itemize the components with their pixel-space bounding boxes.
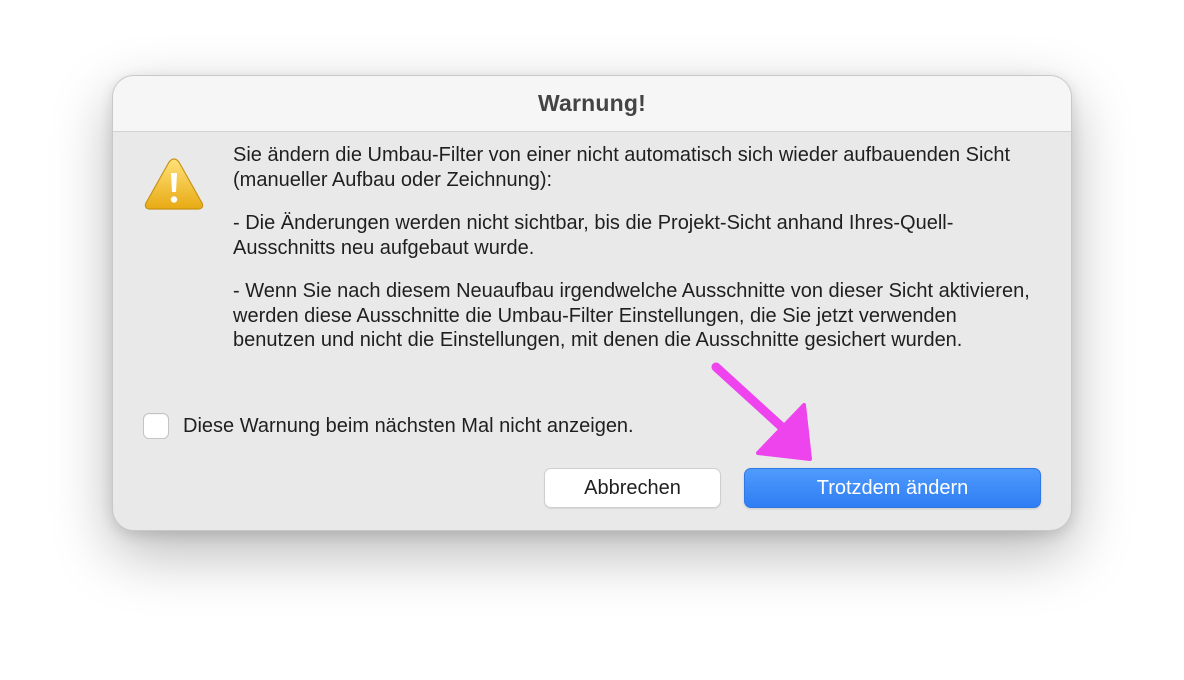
- screen: Warnung! Sie ändern die Umbau-Filter von…: [0, 0, 1184, 680]
- message-paragraph-1: Sie ändern die Umbau-Filter von einer ni…: [233, 144, 1011, 191]
- warning-triangle-icon: [144, 158, 204, 210]
- message-paragraph-3: - Wenn Sie nach diesem Neuaufbau irgendw…: [233, 280, 1030, 351]
- cancel-button[interactable]: Abbrechen: [544, 468, 721, 508]
- confirm-change-button[interactable]: Trotzdem ändern: [744, 468, 1041, 508]
- warning-dialog: Warnung! Sie ändern die Umbau-Filter von…: [112, 75, 1072, 531]
- dont-show-again-label[interactable]: Diese Warnung beim nächsten Mal nicht an…: [183, 415, 634, 438]
- dialog-message: Sie ändern die Umbau-Filter von einer ni…: [233, 143, 1043, 372]
- dialog-titlebar: Warnung!: [113, 76, 1071, 132]
- cancel-button-label: Abbrechen: [584, 476, 681, 499]
- dont-show-again-row[interactable]: Diese Warnung beim nächsten Mal nicht an…: [143, 412, 634, 440]
- confirm-button-label: Trotzdem ändern: [816, 476, 969, 499]
- arrow-annotation-icon: [711, 362, 812, 461]
- message-paragraph-2: - Die Änderungen werden nicht sichtbar, …: [233, 212, 954, 259]
- dialog-title: Warnung!: [537, 90, 647, 116]
- dont-show-again-checkbox[interactable]: [143, 413, 169, 439]
